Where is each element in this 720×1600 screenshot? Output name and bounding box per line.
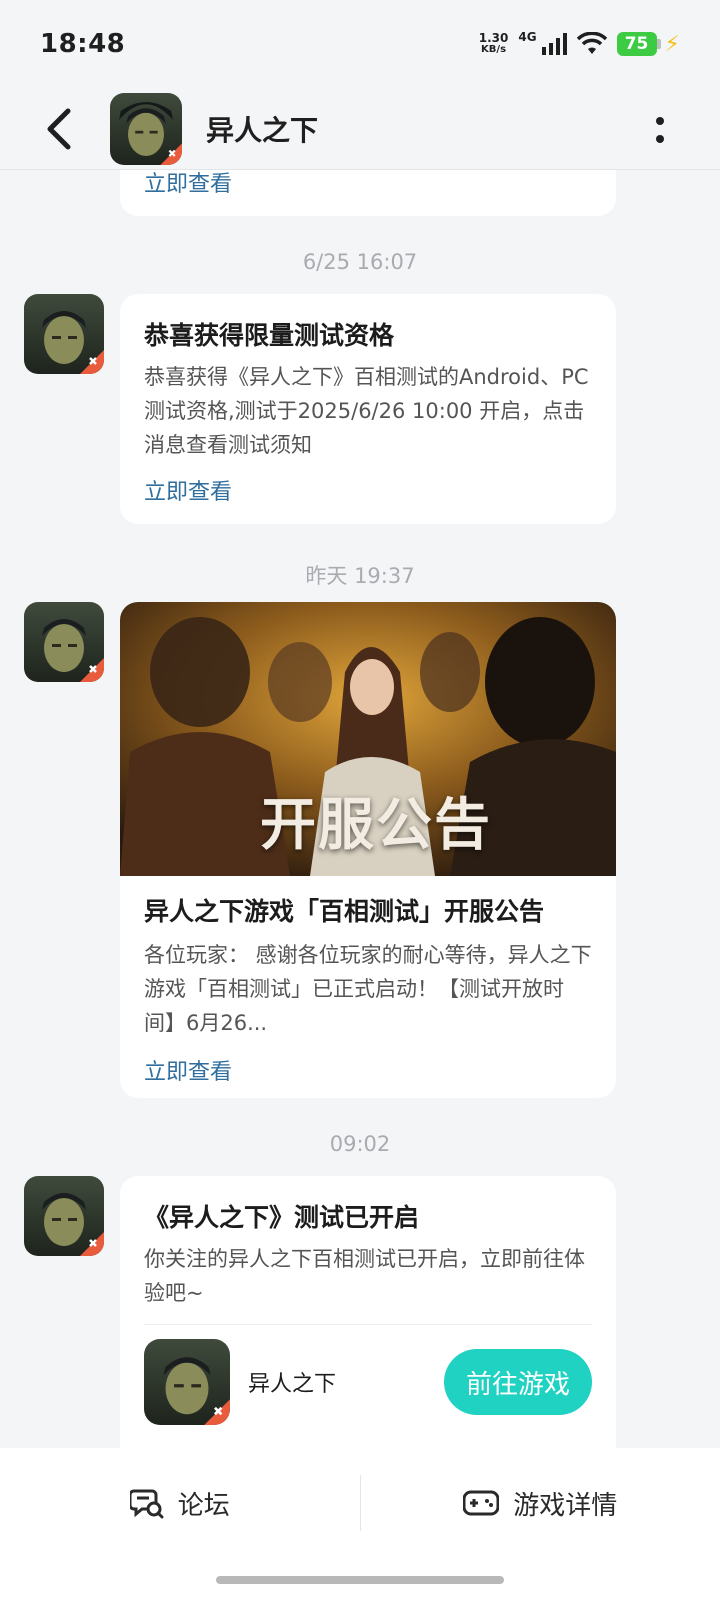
game-details-label: 游戏详情 — [513, 1490, 618, 1521]
back-button[interactable] — [24, 94, 94, 164]
announcement-banner[interactable]: 开服公告 — [120, 602, 616, 876]
more-options-button[interactable] — [650, 110, 670, 150]
timestamp: 09:02 — [329, 1132, 391, 1156]
bottom-bar: 论坛 游戏详情 — [0, 1448, 720, 1600]
view-now-link[interactable]: 立即查看 — [144, 170, 592, 198]
message-body: 各位玩家： 感谢各位玩家的耐心等待，异人之下游戏「百相测试」已正式启动！【测试开… — [144, 943, 592, 1035]
message-card[interactable]: 立即查看 — [120, 170, 616, 216]
status-time: 18:48 — [40, 29, 126, 59]
view-now-link[interactable]: 立即查看 — [144, 1054, 592, 1086]
game-entry[interactable]: 异人之下 前往游戏 — [144, 1325, 592, 1425]
home-indicator[interactable] — [216, 1576, 504, 1584]
network-speed: 1.30 KB/s — [478, 31, 509, 55]
dot-icon — [656, 117, 664, 125]
sender-avatar[interactable] — [24, 1176, 104, 1256]
sender-avatar[interactable] — [24, 602, 104, 682]
charging-icon: ⚡ — [664, 31, 680, 57]
game-details-tab[interactable]: 游戏详情 — [361, 1485, 720, 1522]
message-body: 你关注的异人之下百相测试已开启，立即前往体验吧~ — [144, 1247, 585, 1305]
sender-avatar[interactable] — [24, 294, 104, 374]
message-title: 异人之下游戏「百相测试」开服公告 — [144, 897, 545, 926]
game-icon[interactable] — [144, 1339, 230, 1425]
network-type: 4G — [518, 30, 537, 44]
message-card[interactable]: 恭喜获得限量测试资格 恭喜获得《异人之下》百相测试的Android、PC测试资格… — [120, 294, 616, 524]
message-title: 《异人之下》测试已开启 — [144, 1203, 420, 1232]
timestamp: 6/25 16:07 — [302, 250, 418, 274]
message-body: 恭喜获得《异人之下》百相测试的Android、PC测试资格,测试于2025/6/… — [144, 365, 589, 457]
signal-icon — [541, 33, 567, 55]
message-feed[interactable]: 立即查看 6/25 16:07 恭喜获得限量测试资格 恭喜获得《异人之下》百相测… — [0, 170, 720, 1448]
forum-label: 论坛 — [177, 1490, 230, 1521]
status-bar: 18:48 1.30 KB/s 4G 75 ⚡ — [0, 0, 720, 88]
game-avatar[interactable] — [110, 92, 182, 165]
gamepad-icon — [463, 1490, 500, 1516]
view-now-link[interactable]: 立即查看 — [144, 474, 592, 506]
chat-header: 异人之下 — [0, 88, 720, 170]
message-title: 恭喜获得限量测试资格 — [144, 321, 395, 350]
page-title: 异人之下 — [206, 113, 319, 147]
banner-title: 开服公告 — [260, 792, 492, 858]
message-card[interactable]: 开服公告 异人之下游戏「百相测试」开服公告 各位玩家： 感谢各位玩家的耐心等待，… — [120, 602, 616, 1098]
forum-icon — [129, 1489, 164, 1519]
status-icons: 1.30 KB/s 4G 75 ⚡ — [478, 30, 680, 57]
forum-tab[interactable]: 论坛 — [0, 1485, 360, 1522]
timestamp: 昨天 19:37 — [305, 564, 415, 588]
go-to-game-button[interactable]: 前往游戏 — [444, 1349, 592, 1415]
message-card[interactable]: 《异人之下》测试已开启 你关注的异人之下百相测试已开启，立即前往体验吧~ 异人之… — [120, 1176, 616, 1448]
dot-icon — [656, 135, 664, 143]
battery-icon: 75 ⚡ — [616, 31, 680, 57]
game-name: 异人之下 — [248, 1372, 337, 1397]
chevron-left-icon — [47, 108, 71, 149]
wifi-icon — [576, 32, 607, 54]
